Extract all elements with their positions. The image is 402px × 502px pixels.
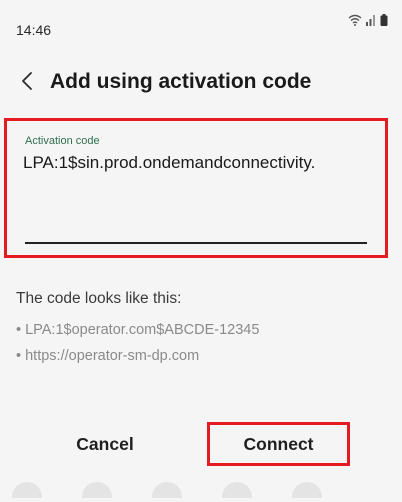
bottom-decor	[0, 482, 402, 502]
status-icons	[348, 14, 388, 26]
cancel-button[interactable]: Cancel	[40, 422, 170, 466]
page-title: Add using activation code	[50, 70, 312, 93]
activation-code-field[interactable]: Activation code	[4, 118, 388, 258]
activation-code-label: Activation code	[25, 135, 100, 147]
field-underline	[25, 242, 367, 244]
wifi-icon	[348, 14, 362, 26]
signal-icon	[365, 14, 377, 26]
status-bar: 14:46	[0, 0, 402, 60]
status-time: 14:46	[16, 22, 52, 38]
back-chevron-icon	[20, 71, 34, 96]
hint-example-item: • LPA:1$operator.com$ABCDE-12345	[16, 322, 260, 338]
battery-icon	[380, 14, 388, 26]
activation-code-input[interactable]	[23, 153, 373, 173]
hint-title: The code looks like this:	[16, 290, 182, 307]
back-button[interactable]	[10, 66, 44, 100]
connect-button[interactable]: Connect	[207, 422, 350, 466]
hint-example-item: • https://operator-sm-dp.com	[16, 348, 200, 364]
app-header: Add using activation code	[0, 62, 402, 106]
